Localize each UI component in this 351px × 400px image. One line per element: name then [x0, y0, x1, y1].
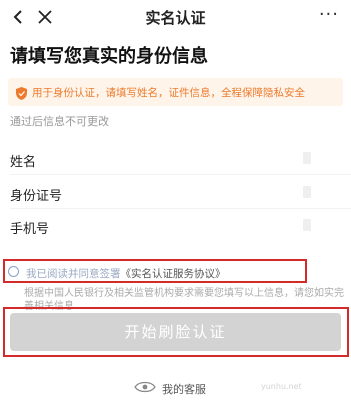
- nav-bar: 实名认证 ···: [0, 0, 351, 36]
- info-note: 通过后信息不可更改: [10, 115, 109, 128]
- eye-icon: [134, 381, 156, 393]
- privacy-notice: 用于身份认证，请填写姓名，证件信息，全程保障隐私安全: [8, 78, 343, 106]
- watermark: yunhu.net: [261, 382, 302, 391]
- divider: [10, 174, 351, 175]
- notice-text: 用于身份认证，请填写姓名，证件信息，全程保障隐私安全: [32, 87, 305, 99]
- phone-field[interactable]: [303, 219, 311, 231]
- agreement-prefix: 我已阅读并同意签署: [26, 268, 121, 280]
- agreement-link[interactable]: 《实名认证服务协议》: [121, 268, 226, 280]
- page-title: 实名认证: [145, 9, 206, 27]
- id-number-field-label: 身份证号: [10, 189, 63, 204]
- name-field-label: 姓名: [10, 155, 37, 170]
- divider: [10, 208, 351, 209]
- customer-service-label: 我的客服: [162, 383, 206, 396]
- more-icon[interactable]: ···: [319, 6, 339, 24]
- agreement-text[interactable]: 我已阅读并同意签署《实名认证服务协议》: [26, 266, 226, 281]
- name-field[interactable]: [303, 152, 311, 164]
- id-number-field[interactable]: [303, 186, 311, 198]
- shield-icon: [16, 85, 27, 100]
- section-heading: 请填写您真实的身份信息: [10, 46, 208, 67]
- phone-field-label: 手机号: [10, 222, 50, 237]
- start-face-verification-button[interactable]: 开始刷脸认证: [10, 313, 341, 351]
- agreement-checkbox[interactable]: [8, 266, 19, 277]
